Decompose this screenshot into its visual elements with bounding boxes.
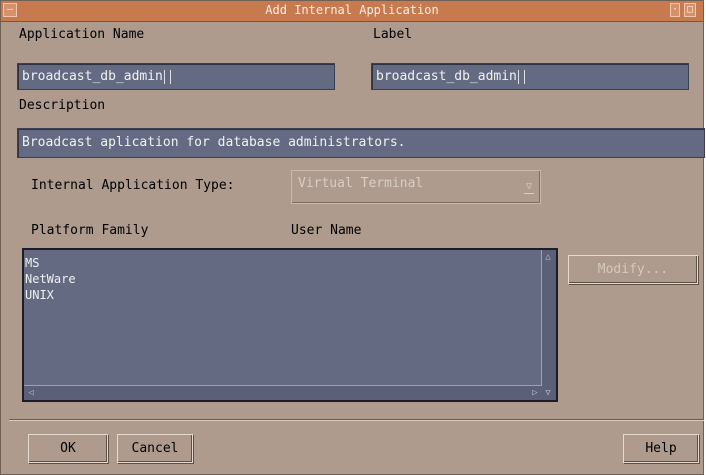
application-name-input[interactable]: broadcast_db_admin bbox=[17, 63, 335, 90]
scroll-left-icon[interactable]: ◁ bbox=[25, 387, 37, 399]
ok-button[interactable]: OK bbox=[28, 434, 108, 463]
text-cursor bbox=[163, 69, 171, 84]
user-name-header: User Name bbox=[291, 223, 362, 238]
maximize-icon[interactable]: □ bbox=[684, 3, 696, 17]
help-button[interactable]: Help bbox=[623, 434, 699, 463]
modify-button[interactable]: Modify... bbox=[568, 255, 698, 284]
minimize-icon[interactable]: · bbox=[670, 3, 680, 17]
application-name-value: broadcast_db_admin bbox=[22, 69, 163, 84]
horizontal-scrollbar[interactable]: ◁ ▷ bbox=[24, 385, 542, 400]
scroll-right-icon[interactable]: ▷ bbox=[529, 387, 541, 399]
internal-application-type-value: Virtual Terminal bbox=[298, 176, 424, 191]
label-label: Label bbox=[373, 27, 413, 42]
label-input[interactable]: broadcast_db_admin bbox=[371, 63, 689, 90]
cancel-button[interactable]: Cancel bbox=[117, 434, 193, 463]
description-label: Description bbox=[19, 98, 106, 113]
title-bar[interactable]: – Add Internal Application · □ bbox=[1, 1, 703, 22]
add-internal-application-dialog: – Add Internal Application · □ Applicati… bbox=[0, 0, 705, 475]
vertical-scrollbar[interactable]: △ ▽ bbox=[541, 250, 556, 400]
description-input[interactable]: Broadcast aplication for database admini… bbox=[17, 128, 705, 158]
dropdown-arrow-icon: ▽ bbox=[524, 181, 534, 194]
list-item[interactable]: UNIX bbox=[24, 287, 76, 303]
internal-application-type-select[interactable]: Virtual Terminal ▽ bbox=[291, 170, 541, 204]
text-cursor bbox=[517, 69, 525, 84]
application-name-label: Application Name bbox=[19, 27, 145, 42]
window-title: Add Internal Application bbox=[265, 3, 439, 17]
button-divider bbox=[9, 419, 704, 421]
label-value: broadcast_db_admin bbox=[376, 69, 517, 84]
internal-application-type-label: Internal Application Type: bbox=[31, 178, 235, 193]
scroll-down-icon[interactable]: ▽ bbox=[542, 387, 554, 399]
list-item[interactable]: NetWare bbox=[24, 271, 76, 287]
platform-family-header: Platform Family bbox=[31, 223, 149, 238]
scroll-up-icon[interactable]: △ bbox=[542, 251, 554, 263]
platform-list[interactable]: MS NetWare UNIX △ ▽ ◁ ▷ bbox=[22, 248, 558, 402]
list-item[interactable]: MS bbox=[24, 255, 76, 271]
